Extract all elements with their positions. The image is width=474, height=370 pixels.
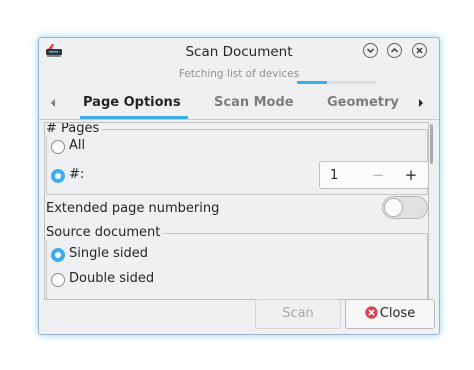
window-close-button[interactable] bbox=[412, 43, 427, 58]
chevron-up-icon bbox=[391, 48, 398, 53]
progress-bar bbox=[297, 81, 376, 84]
all-pages-label: All bbox=[69, 138, 86, 153]
active-tab-indicator bbox=[80, 116, 188, 119]
tab-scroll-right[interactable] bbox=[416, 97, 426, 109]
decrement-button[interactable]: − bbox=[370, 167, 386, 183]
scan-button[interactable]: Scan bbox=[255, 299, 341, 329]
window-title: Scan Document bbox=[185, 44, 293, 60]
maximize-button[interactable] bbox=[387, 43, 402, 58]
scan-document-window: Scan Document Fetching list of devices P… bbox=[38, 37, 440, 335]
tab-bar: Page Options Scan Mode Geometry bbox=[39, 87, 439, 120]
source-group-title: Source document bbox=[46, 225, 164, 240]
title-bar[interactable]: Scan Document bbox=[39, 38, 439, 65]
page-count-label: #: bbox=[69, 167, 85, 182]
close-button-label: Close bbox=[379, 306, 416, 321]
double-sided-label: Double sided bbox=[69, 271, 155, 286]
extended-numbering-toggle[interactable] bbox=[382, 196, 428, 219]
pages-group-title: # Pages bbox=[46, 123, 103, 136]
close-button[interactable]: Close bbox=[345, 299, 435, 329]
tab-scan-mode[interactable]: Scan Mode bbox=[214, 95, 294, 110]
radio-page-count[interactable] bbox=[51, 169, 65, 183]
radio-double-sided[interactable] bbox=[51, 273, 65, 287]
extended-numbering-label: Extended page numbering bbox=[46, 201, 220, 216]
page-options-panel: # Pages All #: 1 − + Extended page numbe… bbox=[44, 122, 429, 300]
increment-button[interactable]: + bbox=[403, 167, 419, 183]
tab-scroll-left[interactable] bbox=[48, 97, 58, 109]
status-text: Fetching list of devices bbox=[178, 68, 300, 80]
chevron-down-icon bbox=[367, 48, 374, 53]
tab-geometry[interactable]: Geometry bbox=[327, 95, 399, 110]
triangle-right-icon bbox=[419, 99, 423, 107]
radio-single-sided[interactable] bbox=[51, 248, 65, 262]
toggle-knob bbox=[384, 198, 403, 217]
red-circle-x-icon bbox=[365, 302, 378, 319]
triangle-left-icon bbox=[51, 99, 55, 107]
scrollbar-thumb[interactable] bbox=[430, 124, 433, 164]
minimize-button[interactable] bbox=[363, 43, 378, 58]
tab-page-options[interactable]: Page Options bbox=[83, 95, 181, 110]
close-icon bbox=[416, 47, 423, 54]
radio-all-pages[interactable] bbox=[51, 140, 65, 154]
panel-scrollbar[interactable] bbox=[429, 122, 435, 300]
progress-fill bbox=[297, 81, 328, 84]
page-count-spinbox[interactable]: 1 − + bbox=[319, 161, 428, 189]
source-group bbox=[46, 233, 428, 299]
page-count-value[interactable]: 1 bbox=[330, 168, 338, 183]
single-sided-label: Single sided bbox=[69, 246, 148, 261]
